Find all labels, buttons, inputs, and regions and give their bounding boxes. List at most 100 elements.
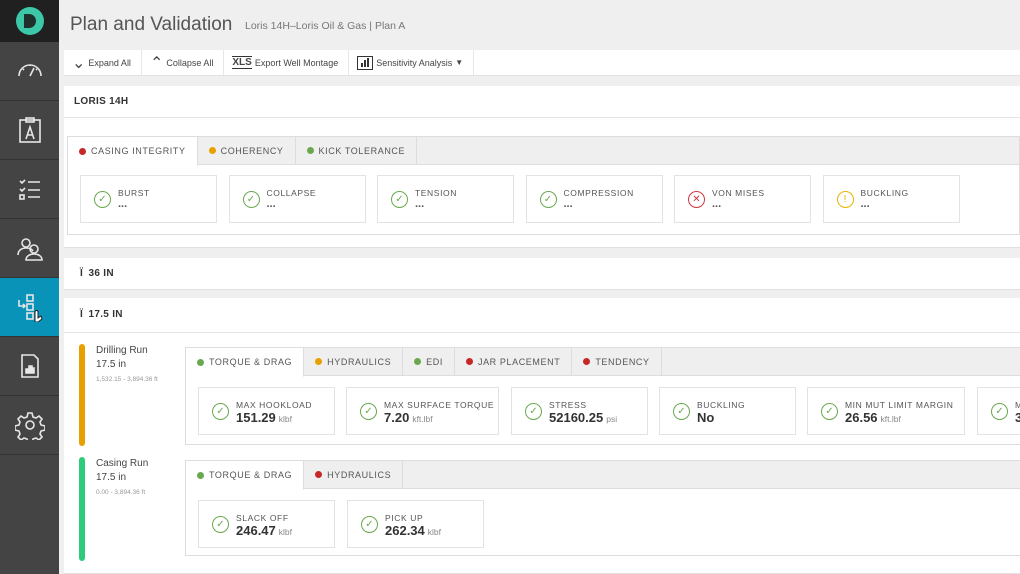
- metric-value-text: ...: [860, 198, 870, 210]
- metric-card-m[interactable]: ✓ M 3: [977, 387, 1020, 435]
- tab-hydraulics[interactable]: HYDRAULICS: [304, 348, 404, 375]
- metric-card-max-hookload[interactable]: ✓ MAX HOOKLOAD 151.29 klbf: [198, 387, 335, 435]
- metric-value: ...: [861, 198, 909, 210]
- metric-value-text: 7.20: [384, 410, 410, 425]
- tab-bar: TORQUE & DRAG HYDRAULICS: [186, 461, 1020, 490]
- metric-label: MIN MUT LIMIT MARGIN: [845, 400, 954, 410]
- section-label: 36 IN: [88, 268, 114, 279]
- tab-label: EDI: [426, 356, 443, 367]
- metric-label: TENSION: [415, 188, 457, 198]
- status-dot-icon: [79, 147, 86, 155]
- metric-body: TENSION...: [415, 185, 457, 210]
- metric-card-slack-off[interactable]: ✓ SLACK OFF 246.47 klbf: [198, 500, 335, 548]
- run-name: Drilling Run: [96, 345, 148, 356]
- metric-label: BUCKLING: [697, 400, 746, 410]
- status-dot-icon: [197, 358, 204, 366]
- metric-value: ...: [564, 198, 634, 210]
- chevron-up-icon: ⌃: [149, 54, 164, 72]
- breadcrumb: Loris 14H–Loris Oil & Gas | Plan A: [245, 20, 406, 32]
- metric-value-text: ...: [712, 198, 722, 210]
- metric-card-compression[interactable]: ✓ COMPRESSION...: [525, 175, 663, 223]
- status-dot-icon: [197, 471, 204, 479]
- metric-body: BUCKLING No: [697, 397, 745, 425]
- check-circle-icon: ✓: [360, 403, 377, 420]
- metric-unit: kft.lbf: [412, 414, 433, 424]
- metric-label: MAX SURFACE TORQUE: [384, 400, 495, 410]
- metric-body: PICK UP 262.34 klbf: [385, 510, 441, 538]
- sensitivity-analysis-dropdown[interactable]: Sensitivity Analysis ▼: [349, 50, 475, 75]
- metric-value: 3: [1015, 410, 1020, 425]
- metric-card-min-mut-limit-margin[interactable]: ✓ MIN MUT LIMIT MARGIN 26.56 kft.lbf: [807, 387, 965, 435]
- metric-body: MAX SURFACE TORQUE 7.20 kft.lbf: [384, 397, 494, 425]
- metric-card-burst[interactable]: ✓ BURST...: [80, 175, 217, 223]
- metric-label: MAX HOOKLOAD: [236, 400, 313, 410]
- metric-value-text: No: [697, 410, 715, 425]
- tab-label: CASING INTEGRITY: [91, 146, 186, 156]
- tab-tendency[interactable]: TENDENCY: [572, 348, 662, 375]
- metric-value-text: ...: [415, 198, 425, 210]
- tab-bar: TORQUE & DRAG HYDRAULICS EDI JAR PLACEMENT T…: [186, 348, 1020, 377]
- nav-users[interactable]: [0, 219, 59, 278]
- metric-value: 262.34 klbf: [385, 523, 441, 538]
- status-dot-icon: [414, 358, 422, 365]
- expand-all-button[interactable]: ⌄ Expand All: [64, 50, 142, 75]
- metric-value-text: 151.29: [236, 410, 276, 425]
- nav-dashboard[interactable]: [0, 42, 59, 101]
- status-dot-icon: [315, 471, 323, 478]
- metric-card-buckling[interactable]: ✓ BUCKLING No: [659, 387, 796, 435]
- tab-kick-tolerance[interactable]: KICK TOLERANCE: [296, 137, 418, 164]
- tab-torque-drag[interactable]: TORQUE & DRAG: [186, 461, 305, 490]
- metric-card-collapse[interactable]: ✓ COLLAPSE...: [228, 175, 366, 223]
- tab-casing-integrity[interactable]: CASING INTEGRITY: [68, 137, 198, 166]
- export-label: Export Well Montage: [254, 57, 339, 68]
- metric-label: BUCKLING: [860, 188, 909, 198]
- metric-label: SLACK OFF: [236, 513, 289, 523]
- tab-edi[interactable]: EDI: [403, 348, 455, 375]
- tab-label: TORQUE & DRAG: [209, 470, 293, 480]
- metric-value: No: [697, 410, 745, 425]
- collapse-all-button[interactable]: ⌃ Collapse All: [142, 50, 225, 75]
- run-size: 17.5 in: [96, 472, 127, 483]
- metric-card-tension[interactable]: ✓ TENSION...: [377, 175, 514, 223]
- nav-plan-validation[interactable]: [0, 278, 59, 337]
- app-logo[interactable]: [0, 0, 59, 42]
- tab-coherency[interactable]: COHERENCY: [198, 137, 296, 164]
- tab-jar-placement[interactable]: JAR PLACEMENT: [455, 348, 573, 375]
- metric-card-von-mises[interactable]: ✕ VON MISES...: [674, 175, 811, 223]
- expand-all-label: Expand All: [88, 57, 131, 68]
- metric-body: BUCKLING...: [861, 185, 909, 210]
- metric-body: COMPRESSION...: [564, 185, 634, 210]
- chevron-down-icon: ⌄: [72, 54, 86, 72]
- metric-card-pick-up[interactable]: ✓ PICK UP 262.34 klbf: [347, 500, 484, 548]
- tab-label: JAR PLACEMENT: [477, 356, 561, 367]
- check-circle-icon: ✓: [242, 191, 260, 208]
- casing-integrity-panel: CASING INTEGRITY COHERENCY KICK TOLERANCE ✓…: [67, 136, 1020, 235]
- casing-icon: Ї: [80, 268, 86, 279]
- export-well-montage-button[interactable]: XLS Export Well Montage: [224, 50, 350, 75]
- tab-hydraulics[interactable]: HYDRAULICS: [304, 461, 404, 488]
- metric-body: STRESS 52160.25 psi: [549, 397, 617, 425]
- metric-unit: klbf: [278, 414, 292, 424]
- nav-checklist[interactable]: [0, 160, 59, 219]
- metric-value: ...: [712, 198, 765, 210]
- metric-card-max-surface-torque[interactable]: ✓ MAX SURFACE TORQUE 7.20 kft.lbf: [346, 387, 499, 435]
- check-circle-icon: ✓: [212, 403, 229, 420]
- nav-well-plan[interactable]: [0, 101, 59, 160]
- metric-unit: klbf: [278, 527, 292, 537]
- metric-label: STRESS: [549, 400, 587, 410]
- metric-card-buckling[interactable]: ! BUCKLING...: [822, 175, 960, 223]
- check-circle-icon: ✓: [361, 516, 378, 533]
- metric-body: M3: [1015, 397, 1020, 425]
- nav-settings[interactable]: [0, 396, 59, 455]
- caret-down-icon: ▼: [455, 58, 464, 67]
- nav-reports[interactable]: [0, 337, 59, 396]
- metric-value-text: 262.34: [385, 523, 425, 538]
- xls-icon: XLS: [232, 56, 252, 69]
- section-36-in[interactable]: Ї 36 IN: [64, 258, 1020, 290]
- metric-value-text: ...: [266, 198, 276, 210]
- metric-value: 151.29 klbf: [236, 410, 312, 425]
- metric-card-stress[interactable]: ✓ STRESS 52160.25 psi: [511, 387, 648, 435]
- gear-icon: [14, 412, 45, 440]
- tab-torque-drag[interactable]: TORQUE & DRAG: [186, 348, 305, 377]
- logo-icon: [15, 7, 44, 35]
